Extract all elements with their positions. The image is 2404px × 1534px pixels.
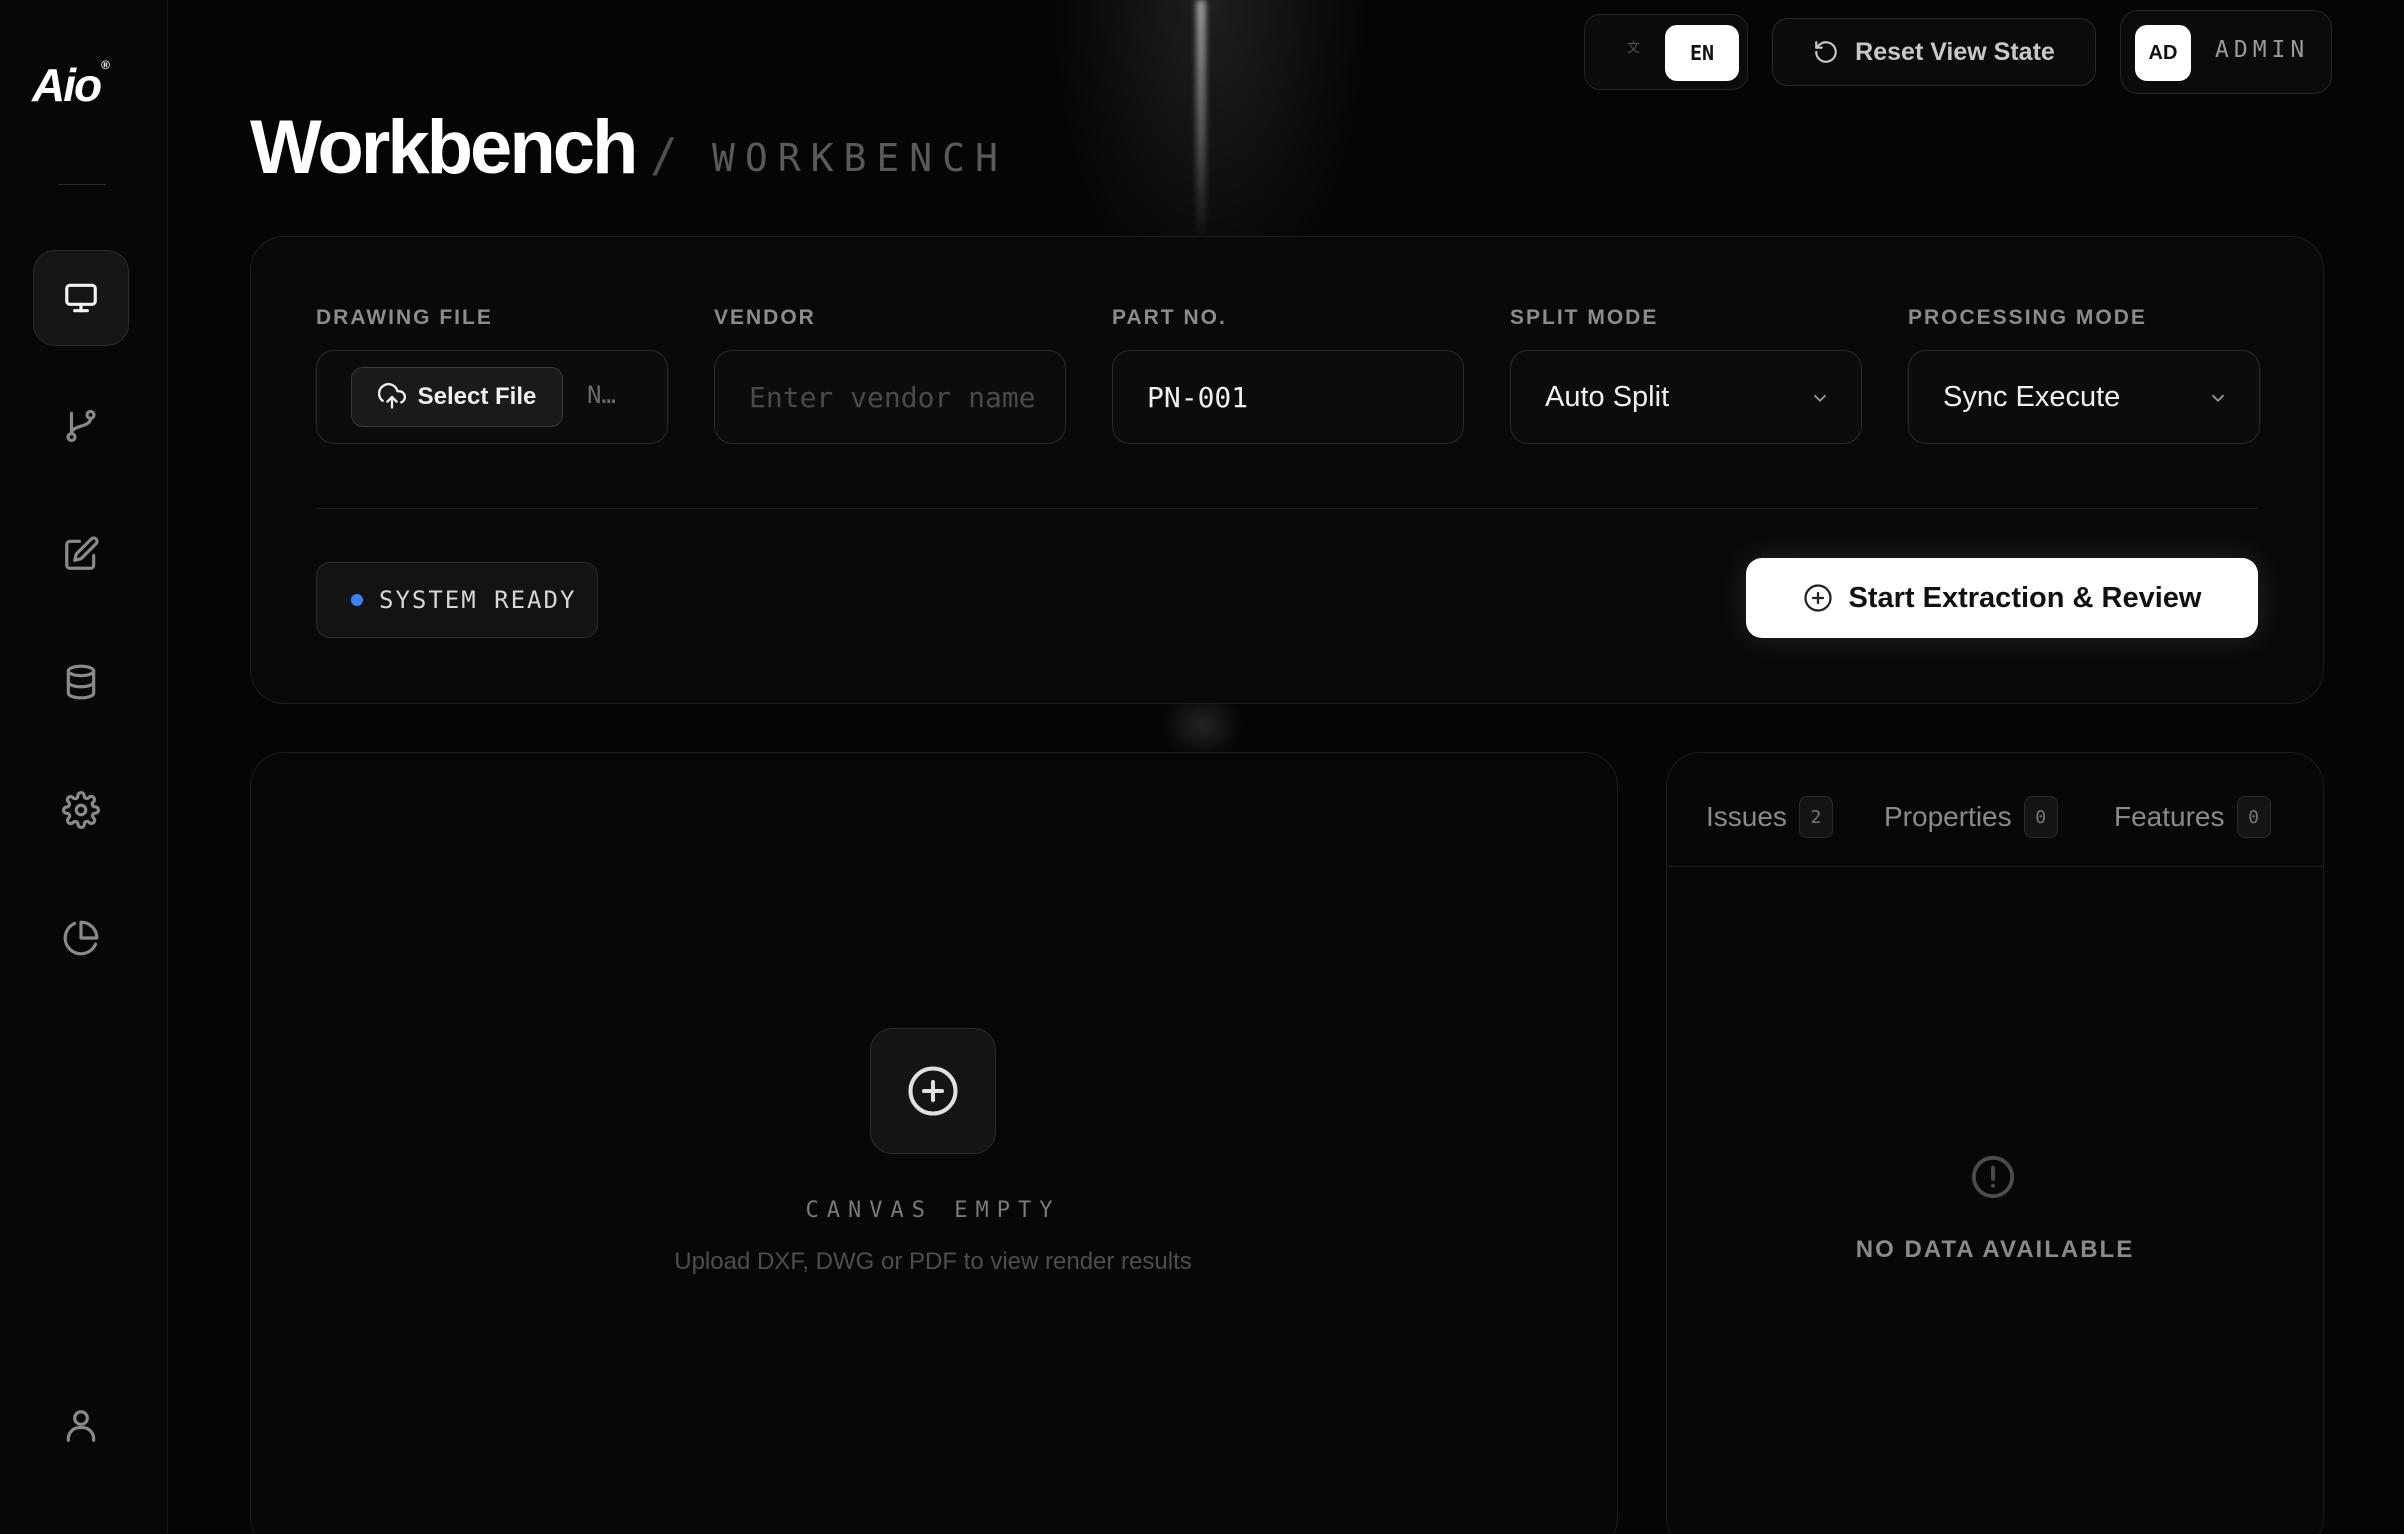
status-indicator-dot xyxy=(351,594,363,606)
git-branch-icon xyxy=(66,409,96,443)
part-no-input[interactable] xyxy=(1113,351,1463,443)
tabs-divider xyxy=(1667,866,2323,867)
plus-circle-icon xyxy=(1803,584,1832,612)
app-logo[interactable]: Aio® xyxy=(32,58,110,112)
tab-count-badge: 2 xyxy=(1798,796,1833,838)
chevron-down-icon xyxy=(1809,387,1831,409)
tab-issues[interactable]: Issues 2 xyxy=(1706,796,1833,838)
edit-icon xyxy=(65,536,99,570)
drawing-file-label: DRAWING FILE xyxy=(316,306,493,329)
select-file-label: Select File xyxy=(417,383,537,410)
sidebar-item-edit[interactable] xyxy=(33,506,129,602)
language-option-zh[interactable]: 文 xyxy=(1627,37,1640,56)
status-text: SYSTEM READY xyxy=(379,586,577,614)
alert-circle-icon xyxy=(1970,1154,2016,1200)
sidebar: Aio® xyxy=(0,0,168,1534)
status-badge: SYSTEM READY xyxy=(316,562,598,638)
tab-count-badge: 0 xyxy=(2236,796,2271,838)
canvas-upload-button[interactable] xyxy=(870,1028,996,1154)
split-mode-value: Auto Split xyxy=(1545,381,1670,413)
tab-features[interactable]: Features 0 xyxy=(2114,796,2271,838)
upload-cloud-icon xyxy=(377,383,406,409)
canvas-empty-hint: Upload DXF, DWG or PDF to view render re… xyxy=(674,1248,1192,1275)
sidebar-divider xyxy=(58,184,106,185)
logo-registered-mark: ® xyxy=(101,58,110,72)
logo-text: Aio xyxy=(32,59,102,111)
reset-view-state-button[interactable]: Reset View State xyxy=(1772,18,2096,86)
avatar: AD xyxy=(2135,25,2191,81)
selected-file-name: N… xyxy=(587,381,616,409)
app-root: Aio® 文 EN Reset View State AD ADMIN Work… xyxy=(0,0,2404,1534)
breadcrumb: WORKBENCH xyxy=(712,136,1008,180)
plus-circle-icon xyxy=(908,1066,958,1116)
processing-mode-select[interactable]: Sync Execute xyxy=(1908,350,2260,444)
vendor-input[interactable] xyxy=(715,351,1065,443)
tab-properties[interactable]: Properties 0 xyxy=(1884,796,2058,838)
breadcrumb-separator: / xyxy=(650,128,678,182)
background-light-beam-core xyxy=(1196,0,1206,240)
results-panel xyxy=(1666,752,2324,1534)
processing-mode-value: Sync Execute xyxy=(1943,381,2121,413)
vendor-field xyxy=(714,350,1066,444)
database-icon xyxy=(66,664,96,700)
sidebar-item-workbench[interactable] xyxy=(33,250,129,346)
select-file-button[interactable]: Select File xyxy=(351,367,563,427)
gear-icon xyxy=(62,791,100,829)
pie-chart-icon xyxy=(63,920,99,956)
user-menu[interactable]: AD ADMIN xyxy=(2120,10,2332,94)
config-divider xyxy=(316,508,2258,509)
sidebar-item-database[interactable] xyxy=(33,634,129,730)
tab-label: Properties xyxy=(1884,801,2012,832)
page-title: Workbench xyxy=(250,105,638,190)
language-toggle[interactable]: 文 EN xyxy=(1584,14,1748,90)
part-no-label: PART NO. xyxy=(1112,306,1227,329)
no-data-message: NO DATA AVAILABLE xyxy=(1855,1236,2135,1263)
user-name: ADMIN xyxy=(2215,37,2310,63)
canvas-empty-title: CANVAS EMPTY xyxy=(805,1198,1061,1223)
tab-label: Issues xyxy=(1706,801,1787,832)
chevron-down-icon xyxy=(2207,387,2229,409)
rotate-ccw-icon xyxy=(1815,41,1837,63)
processing-mode-label: PROCESSING MODE xyxy=(1908,306,2147,329)
sidebar-item-workflow[interactable] xyxy=(33,378,129,474)
tab-label: Features xyxy=(2114,801,2225,832)
start-extraction-button[interactable]: Start Extraction & Review xyxy=(1746,558,2258,638)
vendor-label: VENDOR xyxy=(714,306,816,329)
reset-view-state-label: Reset View State xyxy=(1855,37,2055,66)
start-extraction-label: Start Extraction & Review xyxy=(1848,581,2202,614)
monitor-icon xyxy=(65,283,97,313)
tab-count-badge: 0 xyxy=(2023,796,2058,838)
drawing-file-field: Select File N… xyxy=(316,350,668,444)
part-no-field xyxy=(1112,350,1464,444)
split-mode-select[interactable]: Auto Split xyxy=(1510,350,1862,444)
sidebar-item-settings[interactable] xyxy=(33,762,129,858)
sidebar-item-profile[interactable] xyxy=(33,1378,129,1474)
sidebar-item-analytics[interactable] xyxy=(33,890,129,986)
user-icon xyxy=(66,1410,96,1442)
language-option-en[interactable]: EN xyxy=(1665,25,1739,81)
split-mode-label: SPLIT MODE xyxy=(1510,306,1659,329)
